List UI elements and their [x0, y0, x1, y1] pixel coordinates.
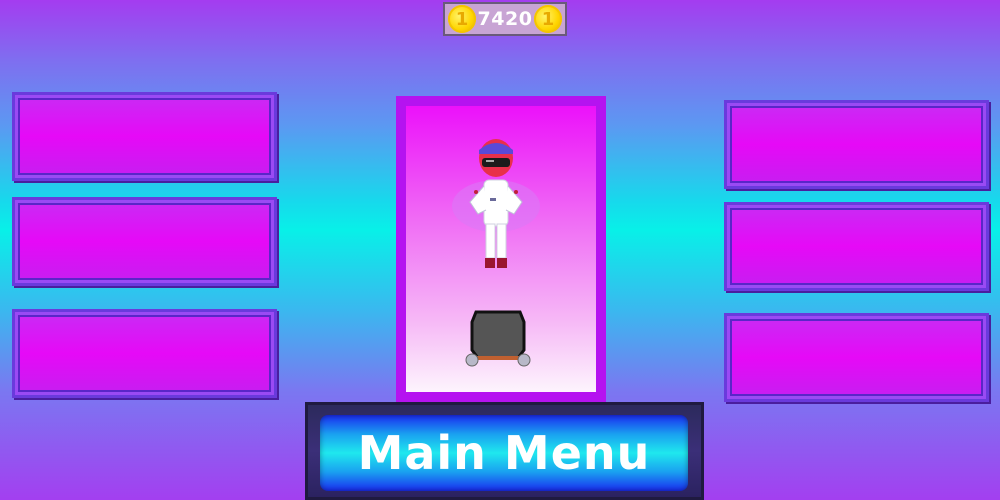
right-slot-1[interactable]	[724, 100, 989, 189]
left-slot-1[interactable]	[12, 92, 277, 181]
preview-panel	[396, 96, 606, 402]
kart-icon	[465, 310, 531, 367]
right-slot-3[interactable]	[724, 313, 989, 402]
coin-icon: 1	[448, 5, 476, 33]
left-slot-3[interactable]	[12, 309, 277, 398]
coin-icon: 1	[533, 5, 562, 33]
main-menu-button[interactable]: Main Menu	[320, 415, 688, 491]
coin-count: 7420	[477, 8, 533, 30]
right-slot-2[interactable]	[724, 202, 989, 291]
left-slot-2[interactable]	[12, 197, 277, 286]
main-menu-frame: Main Menu	[305, 402, 704, 500]
main-menu-label: Main Menu	[357, 426, 651, 480]
coin-counter: 1 7420 1	[443, 2, 567, 36]
